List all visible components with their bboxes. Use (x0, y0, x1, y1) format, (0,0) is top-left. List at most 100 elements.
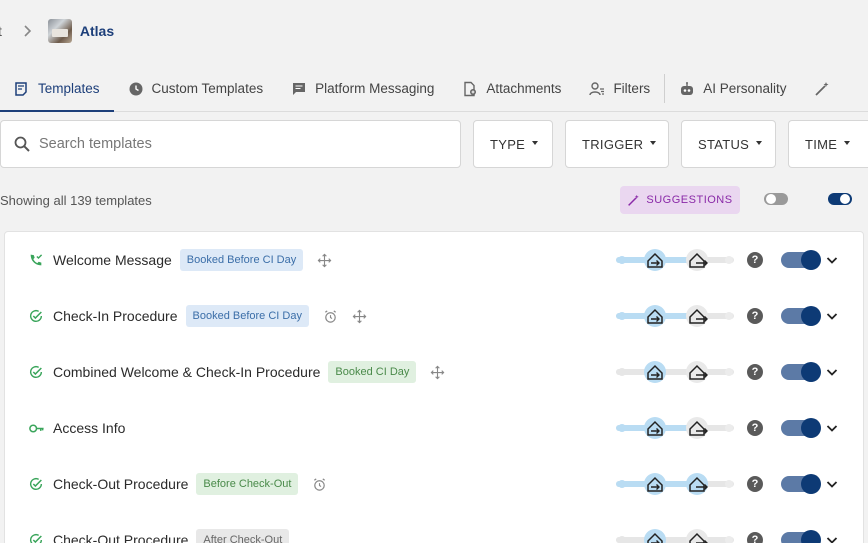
stay-timeline (613, 357, 737, 387)
time-filter-label: TIME (805, 136, 838, 152)
template-enabled-toggle[interactable] (781, 362, 821, 382)
template-title[interactable]: Check-In Procedure (53, 308, 178, 324)
check-circle-icon (27, 307, 45, 325)
filter-icon (589, 81, 605, 95)
trigger-filter-button[interactable]: TRIGGER (565, 120, 669, 168)
trigger-chip: Booked Before CI Day (179, 249, 304, 271)
template-row[interactable]: Welcome Message Booked Before CI Day ? (5, 232, 865, 288)
tab-platform-messaging[interactable]: Platform Messaging (277, 66, 448, 111)
chevron-down-icon[interactable] (825, 365, 839, 379)
phone-check-icon (27, 251, 45, 269)
property-avatar (47, 19, 72, 43)
tab-label: Custom Templates (151, 81, 264, 96)
suggestions-button[interactable]: SUGGESTIONS (620, 186, 740, 214)
templates-count: Showing all 139 templates (0, 193, 152, 208)
template-enabled-toggle[interactable] (781, 474, 821, 494)
search-input[interactable] (39, 136, 419, 152)
help-icon[interactable]: ? (747, 308, 763, 324)
trigger-chip: Booked CI Day (328, 361, 417, 383)
chevron-down-icon[interactable] (825, 421, 839, 435)
trigger-chip: Before Check-Out (196, 473, 299, 495)
template-title[interactable]: Check-Out Procedure (53, 476, 188, 492)
status-filter-button[interactable]: STATUS (681, 120, 776, 168)
key-icon (27, 419, 45, 437)
toggle-knob (766, 194, 776, 204)
toggle-knob (801, 362, 821, 382)
templates-list: Welcome Message Booked Before CI Day ? Che… (4, 231, 864, 543)
type-filter-label: TYPE (490, 136, 526, 152)
tab-label: Filters (613, 81, 651, 96)
template-title[interactable]: Access Info (53, 420, 125, 436)
help-icon[interactable]: ? (747, 476, 763, 492)
magic-wand-icon (628, 194, 640, 206)
move-icon[interactable] (317, 253, 332, 268)
help-icon[interactable]: ? (747, 420, 763, 436)
template-title[interactable]: Check-Out Procedure (53, 532, 188, 543)
caret-down-icon (650, 141, 657, 145)
stay-timeline (613, 245, 737, 275)
stay-timeline (613, 525, 737, 543)
tab-attachments[interactable]: Attachments (448, 66, 575, 111)
view-toggle-off[interactable] (764, 193, 788, 205)
chevron-down-icon[interactable] (825, 533, 839, 543)
stay-timeline (613, 413, 737, 443)
attachment-icon (464, 81, 477, 96)
stay-timeline (613, 301, 737, 331)
toggle-knob (801, 418, 821, 438)
template-enabled-toggle[interactable] (781, 418, 821, 438)
move-icon[interactable] (352, 309, 367, 324)
template-row[interactable]: Access Info ? (5, 400, 865, 456)
caret-down-icon (756, 141, 763, 145)
tab-ai-personality[interactable]: AI Personality (665, 66, 800, 111)
stay-timeline (613, 469, 737, 499)
tab-label: Attachments (486, 81, 562, 96)
template-enabled-toggle[interactable] (781, 306, 821, 326)
move-icon[interactable] (430, 365, 445, 380)
trigger-filter-label: TRIGGER (582, 136, 644, 152)
caret-down-icon (844, 141, 851, 145)
template-title-group: Combined Welcome & Check-In Procedure Boo… (53, 361, 445, 383)
template-row[interactable]: Check-Out Procedure After Check-Out ? (5, 512, 865, 543)
breadcrumb-prev-link[interactable]: t (0, 23, 2, 39)
check-circle-icon (27, 475, 45, 493)
chevron-right-icon (22, 25, 32, 37)
template-row[interactable]: Check-In Procedure Booked Before CI Day ? (5, 288, 865, 344)
template-title-group: Welcome Message Booked Before CI Day (53, 249, 332, 271)
templates-icon (15, 81, 27, 96)
template-enabled-toggle[interactable] (781, 530, 821, 543)
tab-label: AI Personality (703, 81, 787, 96)
search-field (0, 120, 461, 168)
type-filter-button[interactable]: TYPE (473, 120, 553, 168)
template-enabled-toggle[interactable] (781, 250, 821, 270)
chevron-down-icon[interactable] (825, 253, 839, 267)
template-row[interactable]: Combined Welcome & Check-In Procedure Boo… (5, 344, 865, 400)
help-icon[interactable]: ? (747, 364, 763, 380)
view-toggle-on[interactable] (828, 193, 852, 205)
check-circle-icon (27, 531, 45, 543)
tab-custom-templates[interactable]: Custom Templates (114, 66, 278, 111)
chevron-down-icon[interactable] (825, 477, 839, 491)
toggle-knob (801, 474, 821, 494)
tab-more[interactable] (800, 66, 830, 111)
time-filter-button[interactable]: TIME (788, 120, 868, 168)
toggle-knob (801, 306, 821, 326)
search-icon (14, 136, 30, 152)
help-icon[interactable]: ? (747, 532, 763, 543)
help-icon[interactable]: ? (747, 252, 763, 268)
magic-wand-icon (815, 81, 829, 96)
template-title[interactable]: Welcome Message (53, 252, 172, 268)
template-title-group: Check-Out Procedure After Check-Out (53, 529, 290, 543)
template-row[interactable]: Check-Out Procedure Before Check-Out ? (5, 456, 865, 512)
trigger-chip: Booked Before CI Day (185, 305, 309, 327)
toggle-knob (840, 194, 850, 204)
chevron-down-icon[interactable] (825, 309, 839, 323)
tab-filters[interactable]: Filters (575, 66, 664, 111)
alarm-icon (312, 477, 327, 492)
caret-down-icon (532, 141, 539, 145)
tab-templates[interactable]: Templates (0, 66, 114, 112)
template-title[interactable]: Combined Welcome & Check-In Procedure (53, 364, 320, 380)
tab-label: Platform Messaging (315, 81, 435, 96)
chat-icon (293, 82, 306, 95)
breadcrumb: t Atlas (0, 0, 868, 62)
clock-icon (129, 82, 143, 95)
